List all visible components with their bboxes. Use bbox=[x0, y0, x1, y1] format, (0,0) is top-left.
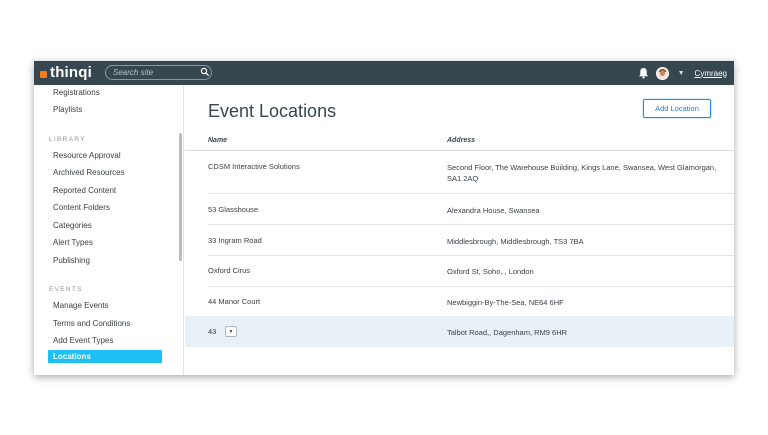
sidebar-heading-library: LIBRARY bbox=[49, 136, 86, 143]
table-row[interactable]: 53 Glasshouse Alexandra House, Swansea bbox=[185, 194, 734, 224]
sidebar-item-archived-resources[interactable]: Archived Resources bbox=[53, 168, 125, 177]
sidebar-item-terms-and-conditions[interactable]: Terms and Conditions bbox=[53, 319, 130, 328]
chevron-down-icon[interactable]: ▼ bbox=[678, 70, 685, 77]
sidebar-heading-events: EVENTS bbox=[49, 286, 83, 293]
location-address: Second Floor, The Warehouse Building, Ki… bbox=[447, 163, 717, 183]
sidebar-item-alert-types[interactable]: Alert Types bbox=[53, 238, 93, 247]
sidebar-item-locations[interactable]: Locations bbox=[48, 350, 162, 363]
avatar[interactable] bbox=[655, 66, 669, 80]
table-row[interactable]: CDSM Interactive Solutions Second Floor,… bbox=[185, 151, 734, 193]
column-header-name[interactable]: Name bbox=[208, 137, 227, 144]
location-name: 44 Manor Court bbox=[208, 297, 261, 306]
sidebar-scrollbar[interactable] bbox=[179, 133, 182, 261]
location-address: Newbiggin-By-The-Sea, NE64 6HF bbox=[447, 298, 564, 307]
sidebar: Registrations Playlists LIBRARY Resource… bbox=[34, 85, 184, 375]
sidebar-item-registrations[interactable]: Registrations bbox=[53, 88, 100, 97]
location-name: Oxford Cirus bbox=[208, 266, 251, 275]
sidebar-item-reported-content[interactable]: Reported Content bbox=[53, 186, 116, 195]
location-name: 33 Ingram Road bbox=[208, 236, 262, 245]
row-actions-dropdown[interactable]: ▼ bbox=[225, 326, 237, 337]
bell-icon[interactable] bbox=[638, 67, 649, 79]
location-address: Alexandra House, Swansea bbox=[447, 206, 540, 215]
app-window: thinqi Search site ▼ Cymraeg Registratio… bbox=[34, 61, 734, 375]
top-bar: thinqi Search site ▼ Cymraeg bbox=[34, 61, 734, 85]
sidebar-item-content-folders[interactable]: Content Folders bbox=[53, 203, 110, 212]
sidebar-item-playlists[interactable]: Playlists bbox=[53, 105, 82, 114]
table-row[interactable]: 44 Manor Court Newbiggin-By-The-Sea, NE6… bbox=[185, 287, 734, 316]
sidebar-item-resource-approval[interactable]: Resource Approval bbox=[53, 151, 121, 160]
location-name: CDSM Interactive Solutions bbox=[208, 162, 300, 171]
language-link[interactable]: Cymraeg bbox=[695, 69, 727, 78]
table-row-highlighted[interactable]: 43 ▼ Talbot Road,, Dagenham, RM9 6HR bbox=[185, 316, 734, 347]
location-address: Middlesbrough, Middlesbrough, TS3 7BA bbox=[447, 237, 584, 246]
location-name: 53 Glasshouse bbox=[208, 205, 259, 214]
search-input[interactable]: Search site bbox=[113, 68, 204, 77]
table-row[interactable]: 33 Ingram Road Middlesbrough, Middlesbro… bbox=[185, 225, 734, 255]
sidebar-item-add-event-types[interactable]: Add Event Types bbox=[53, 336, 113, 345]
page-title: Event Locations bbox=[208, 101, 337, 121]
search-box[interactable]: Search site bbox=[105, 65, 212, 80]
column-header-address[interactable]: Address bbox=[447, 137, 475, 144]
sidebar-item-categories[interactable]: Categories bbox=[53, 221, 92, 230]
logo-text: thinqi bbox=[50, 64, 93, 81]
location-address: Talbot Road,, Dagenham, RM9 6HR bbox=[447, 328, 568, 337]
sidebar-item-label: Locations bbox=[53, 352, 91, 361]
search-icon[interactable] bbox=[200, 67, 210, 77]
sidebar-item-manage-events[interactable]: Manage Events bbox=[53, 301, 109, 310]
main-content: Event Locations Add Location Name Addres… bbox=[185, 85, 734, 375]
logo[interactable]: thinqi bbox=[40, 61, 92, 85]
top-right-controls: ▼ Cymraeg bbox=[638, 61, 727, 85]
location-address: Oxford St, Soho, , London bbox=[447, 267, 534, 276]
location-name: 43 bbox=[208, 327, 217, 336]
table-row[interactable]: Oxford Cirus Oxford St, Soho, , London bbox=[185, 256, 734, 286]
logo-mark-icon bbox=[40, 70, 47, 78]
add-location-button[interactable]: Add Location bbox=[643, 99, 711, 118]
sidebar-item-publishing[interactable]: Publishing bbox=[53, 256, 90, 265]
